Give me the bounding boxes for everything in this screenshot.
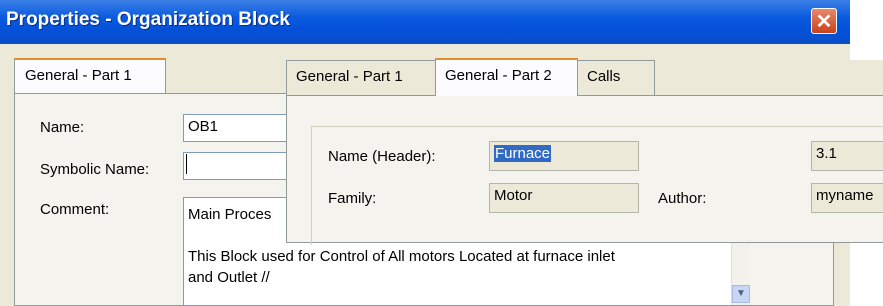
overlay-tab-panel: Name (Header): Furnace Family: Motor 3.1… [286,95,883,245]
tab-general-part-1[interactable]: General - Part 1 [286,60,436,96]
comment-line-3: and Outlet // [188,269,270,286]
family-label: Family: [328,190,377,207]
scroll-down-button[interactable]: ▼ [732,285,750,303]
close-icon: ✕ [815,11,833,33]
text-cursor [186,154,187,174]
name-header-value: Furnace [494,145,552,162]
comment-label: Comment: [40,201,110,218]
name-label: Name: [40,119,85,136]
author-field[interactable]: myname [811,183,883,213]
title-bar[interactable]: Properties - Organization Block ✕ [0,0,850,44]
name-header-label: Name (Header): [328,148,436,165]
version-header-field[interactable]: 3.1 [811,141,883,171]
family-field[interactable]: Motor [489,183,639,213]
header-properties-overlay: General - Part 1 General - Part 2 Calls … [286,58,883,245]
author-label: Author: [658,190,707,207]
tab-general-part-2[interactable]: General - Part 2 [435,58,578,96]
symbolic-name-field[interactable] [183,152,293,180]
tab-general-part-1[interactable]: General - Part 1 [14,58,166,94]
tab-calls[interactable]: Calls [577,60,655,96]
window-title: Properties - Organization Block [6,9,290,30]
close-button[interactable]: ✕ [811,8,837,34]
comment-line-2: This Block used for Control of All motor… [188,248,615,265]
name-field[interactable]: OB1 [183,114,293,142]
symbolic-name-label: Symbolic Name: [40,161,150,178]
chevron-down-icon: ▼ [736,288,746,299]
name-header-field[interactable]: Furnace [489,141,639,171]
